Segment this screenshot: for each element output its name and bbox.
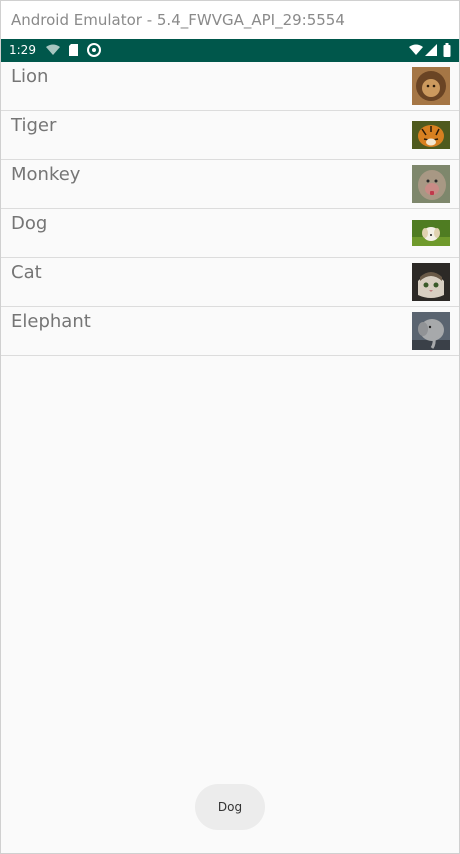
list-item-label: Lion bbox=[11, 66, 49, 87]
list-item-dog[interactable]: Dog bbox=[1, 209, 459, 258]
toast-message: Dog bbox=[195, 784, 265, 830]
list-item-lion[interactable]: Lion bbox=[1, 62, 459, 111]
dog-image bbox=[412, 220, 450, 246]
sd-card-icon bbox=[69, 44, 78, 56]
animal-list: Lion Tiger Monkey Dog Cat Elephant bbox=[1, 62, 459, 356]
tiger-image bbox=[412, 121, 450, 149]
lion-image bbox=[412, 67, 450, 105]
list-item-monkey[interactable]: Monkey bbox=[1, 160, 459, 209]
list-item-label: Tiger bbox=[11, 115, 57, 136]
status-bar: 1:29 bbox=[1, 39, 459, 62]
monkey-image bbox=[412, 165, 450, 203]
emulator-window: Android Emulator - 5.4_FWVGA_API_29:5554… bbox=[0, 0, 460, 854]
elephant-image bbox=[412, 312, 450, 350]
status-time: 1:29 bbox=[9, 43, 36, 57]
list-item-label: Dog bbox=[11, 213, 48, 234]
cat-image bbox=[412, 263, 450, 301]
window-titlebar: Android Emulator - 5.4_FWVGA_API_29:5554 bbox=[1, 1, 459, 39]
list-item-elephant[interactable]: Elephant bbox=[1, 307, 459, 356]
wifi-signal-icon bbox=[409, 44, 423, 55]
battery-icon bbox=[443, 43, 451, 57]
window-title: Android Emulator - 5.4_FWVGA_API_29:5554 bbox=[11, 11, 345, 29]
list-item-label: Monkey bbox=[11, 164, 81, 185]
cell-signal-icon bbox=[425, 44, 437, 56]
wifi-icon bbox=[46, 44, 60, 55]
sync-icon bbox=[87, 43, 101, 57]
list-item-cat[interactable]: Cat bbox=[1, 258, 459, 307]
list-item-label: Cat bbox=[11, 262, 42, 283]
list-item-label: Elephant bbox=[11, 311, 91, 332]
list-item-tiger[interactable]: Tiger bbox=[1, 111, 459, 160]
